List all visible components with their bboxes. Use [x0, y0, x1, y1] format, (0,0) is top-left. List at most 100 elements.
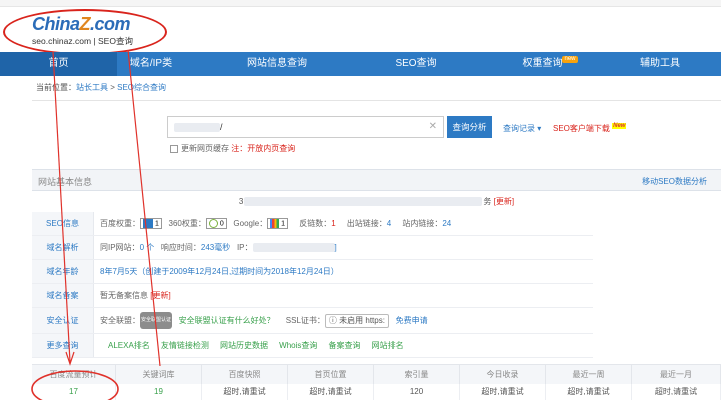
table-header: 索引量 — [374, 364, 460, 384]
clear-icon[interactable]: ✕ — [429, 121, 437, 132]
ip-bracket: ] — [334, 243, 337, 252]
nav-domain-ip[interactable]: 域名/IP类 — [117, 52, 185, 76]
panel-header: 网站基本信息 移动SEO数据分析 — [32, 169, 721, 191]
360-icon — [208, 219, 218, 229]
divider — [32, 100, 721, 101]
same-ip-label: 同IP网站： — [100, 243, 140, 252]
free-ssl-link[interactable]: 免费申请 — [396, 316, 428, 325]
site-title-start: 3 — [238, 197, 244, 206]
google-label: Google： — [233, 219, 268, 228]
inlinks-label: 站内链接： — [402, 219, 443, 228]
google-badge[interactable]: 1 — [267, 218, 289, 230]
client-download-link[interactable]: SEO客户端下载 New — [553, 123, 627, 134]
breadcrumb-link-tools[interactable]: 站长工具 — [76, 83, 108, 92]
update-link[interactable]: [更新] — [494, 197, 514, 206]
nav-home[interactable]: 首页 — [0, 52, 117, 76]
nav-seo[interactable]: SEO查询 — [376, 52, 456, 76]
seo-info-body: 百度权重： 1 360权重： 0 Google： 1 反链数：1 出站链接：4 … — [100, 212, 451, 235]
table-header: 首页位置 — [288, 364, 374, 384]
inlinks-value[interactable]: 24 — [442, 219, 451, 228]
security-body: 安全联盟：安全联盟认证 安全联盟认证有什么好处？ SSL证书： ⓘ 未启用 htt… — [100, 308, 428, 333]
table-cell: 超时,请重试 — [546, 384, 632, 400]
red-annotation-circle — [3, 9, 167, 55]
search-input[interactable]: / ✕ — [167, 116, 444, 138]
table-cell: 超时,请重试 — [202, 384, 288, 400]
new-badge: new — [562, 56, 578, 63]
baidu-weight-badge[interactable]: 1 — [140, 218, 162, 230]
baidu-paw-icon — [143, 219, 153, 229]
seo-info-row: SEO信息 百度权重： 1 360权重： 0 Google： 1 反链数：1 出… — [32, 212, 593, 236]
friendlink-check-link[interactable]: 友情链接检测 — [161, 341, 209, 350]
cache-checkbox[interactable] — [170, 144, 178, 153]
nav-tools[interactable]: 辅助工具 — [624, 52, 696, 76]
security-row: 安全认证 安全联盟：安全联盟认证 安全联盟认证有什么好处？ SSL证书： ⓘ 未启… — [32, 308, 593, 334]
nav-site-info[interactable]: 网站信息查询 — [228, 52, 326, 76]
breadcrumb: 当前位置：站长工具 > SEO综合查询 — [36, 82, 166, 93]
redacted-ip — [252, 243, 335, 253]
panel-title: 网站基本信息 — [38, 177, 93, 187]
cache-label: 更新网页缓存 — [181, 144, 229, 153]
alliance-seal-icon[interactable]: 安全联盟认证 — [140, 312, 172, 330]
360-weight-value: 0 — [219, 220, 224, 228]
history-dropdown[interactable]: 查询记录 ▾ — [503, 123, 541, 134]
site-rank-link[interactable]: 网站排名 — [372, 341, 404, 350]
baidu-weight-label: 百度权重： — [100, 219, 140, 228]
search-button[interactable]: 查询分析 — [447, 116, 492, 138]
alliance-benefit-link[interactable]: 安全联盟认证有什么好处？ — [179, 316, 275, 325]
mobile-seo-link[interactable]: 移动SEO数据分析 — [642, 176, 707, 187]
beian-row: 域名备案 暂无备案信息 [更新] — [32, 284, 593, 308]
backlinks-value[interactable]: 1 — [331, 219, 335, 228]
backlinks-label: 反链数： — [299, 219, 332, 228]
cache-note: 注：开放内页查询 — [231, 144, 296, 153]
360-weight-label: 360权重： — [168, 219, 206, 228]
row-label-beian[interactable]: 域名备案 — [32, 284, 94, 307]
row-label-seo[interactable]: SEO信息 — [32, 212, 94, 235]
same-ip-value[interactable]: 0 个 — [140, 243, 155, 252]
table-cell[interactable]: 19 — [116, 384, 202, 400]
table-cell[interactable]: 17 — [32, 384, 116, 400]
360-weight-badge[interactable]: 0 — [205, 218, 227, 230]
nav-label: 首页 — [48, 58, 69, 69]
outlinks-value[interactable]: 4 — [387, 219, 391, 228]
baidu-weight-value: 1 — [154, 220, 159, 228]
download-label: SEO客户端下载 — [553, 124, 610, 133]
table-header: 百度快照 — [202, 364, 288, 384]
response-value: 243毫秒 — [200, 243, 231, 252]
table-cell: 超时,请重试 — [460, 384, 546, 400]
nav-label: 权重查询 — [522, 58, 563, 69]
whois-link[interactable]: Whois查询 — [279, 341, 317, 350]
breadcrumb-sep: > — [108, 83, 118, 92]
alexa-link[interactable]: ALEXA排名 — [108, 341, 150, 350]
row-label-domain[interactable]: 域名解析 — [32, 236, 94, 259]
row-label-security[interactable]: 安全认证 — [32, 308, 94, 333]
outlinks-label: 出站链接： — [346, 219, 387, 228]
ssl-status-badge: ⓘ 未启用 https: — [324, 313, 389, 328]
nav-weight[interactable]: 权重查询 new — [515, 52, 585, 76]
table-header: 关键词库 — [116, 364, 202, 384]
alliance-label: 安全联盟： — [100, 316, 140, 325]
nav-label: 网站信息查询 — [247, 58, 307, 69]
row-label-more[interactable]: 更多查询 — [32, 334, 94, 357]
ip-label: IP： — [236, 243, 253, 252]
top-strip — [0, 0, 721, 7]
google-icon — [270, 219, 280, 229]
beian-query-link[interactable]: 备案查询 — [329, 341, 361, 350]
nav-label: 域名/IP类 — [129, 58, 173, 69]
site-title-end: 务 — [483, 197, 492, 206]
table-cell: 超时,请重试 — [288, 384, 374, 400]
beian-value: 暂无备案信息 — [100, 291, 148, 300]
beian-body: 暂无备案信息 [更新] — [100, 284, 171, 307]
more-row: 更多查询 ALEXA排名 友情链接检测 网站历史数据 Whois查询 备案查询 … — [32, 334, 593, 358]
main-nav: 首页 域名/IP类 网站信息查询 SEO查询 权重查询 new 辅助工具 — [0, 52, 721, 76]
table-header: 最近一月 — [632, 364, 721, 384]
history-data-link[interactable]: 网站历史数据 — [220, 341, 268, 350]
breadcrumb-link-seo[interactable]: SEO综合查询 — [117, 83, 166, 92]
beian-update-link[interactable]: [更新] — [150, 291, 170, 300]
table-header: 最近一周 — [546, 364, 632, 384]
domain-row: 域名解析 同IP网站：0 个 响应时间：243毫秒 IP：] — [32, 236, 593, 260]
more-links: ALEXA排名 友情链接检测 网站历史数据 Whois查询 备案查询 网站排名 — [108, 334, 404, 357]
response-label: 响应时间： — [160, 243, 201, 252]
stats-table: 百度流量预计 关键词库 百度快照 首页位置 索引量 今日收录 最近一周 最近一月… — [32, 364, 721, 400]
domain-body: 同IP网站：0 个 响应时间：243毫秒 IP：] — [100, 236, 337, 259]
row-label-age[interactable]: 域名年龄 — [32, 260, 94, 283]
